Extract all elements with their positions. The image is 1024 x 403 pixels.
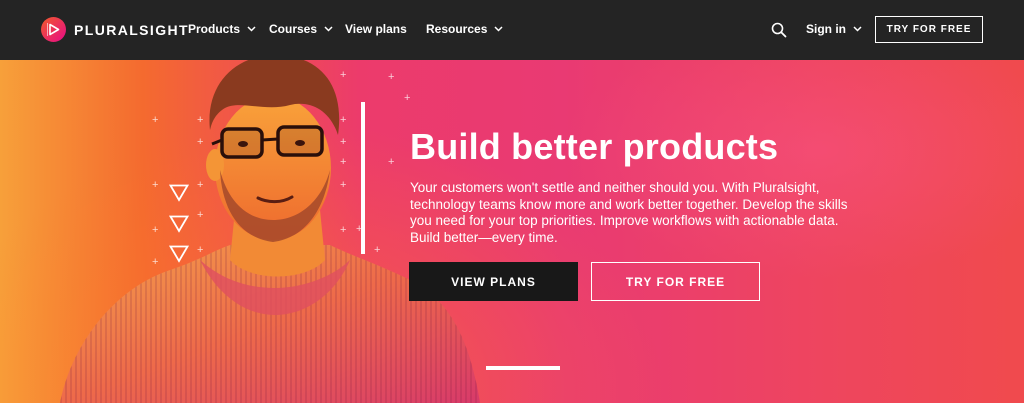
nav-item-courses[interactable]: Courses bbox=[269, 22, 333, 36]
plus-decoration-icon: + bbox=[152, 179, 159, 191]
nav-item-label: View plans bbox=[345, 22, 407, 36]
chevron-down-icon bbox=[494, 26, 503, 32]
plus-decoration-icon: + bbox=[388, 156, 395, 168]
plus-decoration-icon: + bbox=[340, 179, 347, 191]
sign-in-menu[interactable]: Sign in bbox=[806, 22, 862, 36]
pluralsight-logo-icon bbox=[41, 17, 66, 42]
nav-item-label: Courses bbox=[269, 22, 318, 36]
hero-headline: Build better products bbox=[410, 126, 779, 167]
pluralsight-logo[interactable]: PLURALSIGHT bbox=[41, 17, 189, 42]
search-icon[interactable] bbox=[771, 22, 787, 38]
plus-decoration-icon: + bbox=[340, 156, 347, 168]
top-nav-bar: PLURALSIGHT Products Courses View plans … bbox=[0, 0, 1024, 60]
brand-name: PLURALSIGHT bbox=[74, 21, 189, 38]
plus-decoration-icon: + bbox=[152, 224, 159, 236]
plus-decoration-icon: + bbox=[340, 69, 347, 81]
hero-glow bbox=[560, 60, 1024, 280]
hero-description: Your customers won't settle and neither … bbox=[410, 180, 848, 245]
plus-decoration-icon: + bbox=[197, 209, 204, 221]
nav-item-label: Resources bbox=[426, 22, 488, 36]
triangle-decoration-icon bbox=[169, 245, 189, 263]
try-for-free-button[interactable]: TRY FOR FREE bbox=[591, 262, 760, 301]
plus-decoration-icon: + bbox=[340, 114, 347, 126]
triangle-decoration-icon bbox=[169, 184, 189, 202]
nav-item-label: Products bbox=[188, 22, 241, 36]
plus-decoration-icon: + bbox=[388, 71, 395, 83]
hero-banner: + + + + + + + + + + + + + + + + + + + + … bbox=[0, 60, 1024, 403]
plus-decoration-icon: + bbox=[340, 136, 347, 148]
sign-in-label: Sign in bbox=[806, 22, 846, 36]
plus-decoration-icon: + bbox=[197, 136, 204, 148]
nav-item-products[interactable]: Products bbox=[188, 22, 256, 36]
chevron-down-icon bbox=[247, 26, 256, 32]
nav-item-resources[interactable]: Resources bbox=[426, 22, 503, 36]
triangle-decoration-icon bbox=[169, 215, 189, 233]
plus-decoration-icon: + bbox=[340, 224, 347, 236]
nav-item-view-plans[interactable]: View plans bbox=[345, 22, 407, 36]
plus-decoration-icon: + bbox=[152, 256, 159, 268]
view-plans-button[interactable]: VIEW PLANS bbox=[409, 262, 578, 301]
plus-decoration-icon: + bbox=[374, 244, 381, 256]
plus-decoration-icon: + bbox=[197, 244, 204, 256]
plus-decoration-icon: + bbox=[197, 114, 204, 126]
plus-decoration-icon: + bbox=[152, 114, 159, 126]
accent-horizontal-line bbox=[486, 366, 560, 370]
try-for-free-nav-button[interactable]: TRY FOR FREE bbox=[875, 16, 983, 43]
accent-vertical-line bbox=[361, 102, 365, 254]
chevron-down-icon bbox=[324, 26, 333, 32]
chevron-down-icon bbox=[853, 26, 862, 32]
plus-decoration-icon: + bbox=[197, 179, 204, 191]
plus-decoration-icon: + bbox=[404, 92, 411, 104]
